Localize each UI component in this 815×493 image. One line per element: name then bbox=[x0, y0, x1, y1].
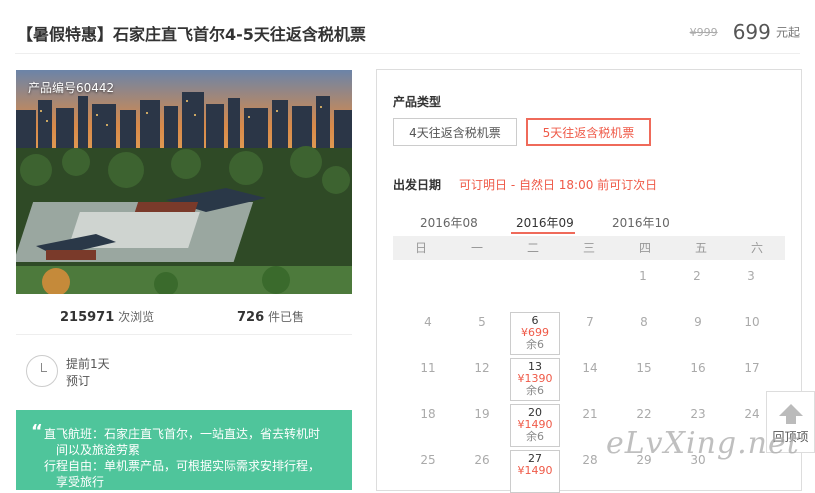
sold-count: 726 bbox=[237, 310, 265, 325]
calendar-day-available[interactable]: 13 ¥1390 余6 bbox=[510, 358, 560, 401]
seats-left: 余6 bbox=[526, 384, 544, 397]
weekday-label: 日 bbox=[414, 241, 427, 255]
stats-bar: 215971 次浏览 726 件已售 bbox=[16, 300, 352, 330]
calendar-day: 26 bbox=[474, 453, 490, 467]
calendar-day: 5 bbox=[478, 315, 486, 329]
calendar-day-available[interactable]: 6 ¥699 余6 bbox=[510, 312, 560, 355]
calendar-day: 9 bbox=[694, 315, 702, 329]
calendar-day: 22 bbox=[636, 407, 652, 421]
clock-icon bbox=[26, 355, 58, 387]
stats-divider bbox=[16, 334, 352, 335]
type-option-5day[interactable]: 5天往返含税机票 bbox=[526, 118, 651, 146]
views-count: 215971 bbox=[60, 310, 115, 325]
highlight-line: 间以及旅途劳累 bbox=[56, 443, 141, 457]
day-price: ¥1490 bbox=[517, 464, 553, 477]
quote-icon: “ bbox=[31, 421, 43, 442]
calendar-day: 15 bbox=[636, 361, 652, 375]
sold-label: 件已售 bbox=[267, 310, 304, 324]
original-price: ¥999 bbox=[689, 25, 718, 39]
views-label: 次浏览 bbox=[118, 310, 155, 324]
weekday-label: 五 bbox=[694, 241, 707, 255]
calendar-day: 25 bbox=[420, 453, 436, 467]
calendar-day: 16 bbox=[690, 361, 706, 375]
site-watermark: eLvXing.net bbox=[606, 426, 800, 461]
seoul-palace-image bbox=[16, 70, 352, 294]
title-divider bbox=[15, 53, 800, 54]
type-option-4day[interactable]: 4天往返含税机票 bbox=[393, 118, 517, 146]
product-photo[interactable]: 产品编号60442 bbox=[16, 70, 352, 294]
weekday-label: 二 bbox=[526, 241, 539, 255]
advance-days: 提前1天 bbox=[66, 357, 110, 371]
calendar-day: 8 bbox=[640, 315, 648, 329]
calendar-day: 18 bbox=[420, 407, 436, 421]
departure-date-label: 出发日期 bbox=[393, 178, 442, 192]
highlights-box: “ 直飞航班：石家庄直飞首尔，一站直达，省去转机时 间以及旅途劳累 行程自由：单… bbox=[16, 410, 352, 490]
highlight-line: 享受旅行 bbox=[56, 475, 105, 489]
calendar-day: 2 bbox=[693, 269, 701, 283]
seats-left: 余6 bbox=[526, 430, 544, 443]
calendar-day: 3 bbox=[747, 269, 755, 283]
booking-cutoff-note: 可订明日 - 自然日 18:00 前可订次日 bbox=[459, 178, 658, 192]
calendar-day: 10 bbox=[744, 315, 760, 329]
arrow-up-icon bbox=[778, 404, 803, 416]
advance-note: 预订 bbox=[66, 374, 91, 388]
seats-left: 余6 bbox=[526, 338, 544, 351]
arrow-up-icon-stem bbox=[785, 416, 796, 424]
views-stat: 215971 次浏览 bbox=[60, 308, 154, 325]
advance-booking: 提前1天 预订 bbox=[66, 356, 110, 390]
product-type-label: 产品类型 bbox=[393, 95, 442, 109]
weekday-label: 三 bbox=[582, 241, 595, 255]
month-tab-sep[interactable]: 2016年09 bbox=[516, 214, 574, 231]
calendar-day-available[interactable]: 20 ¥1490 余6 bbox=[510, 404, 560, 447]
product-code: 产品编号60442 bbox=[28, 81, 115, 95]
calendar-day: 12 bbox=[474, 361, 490, 375]
calendar-day: 7 bbox=[586, 315, 594, 329]
calendar-day: 11 bbox=[420, 361, 436, 375]
highlight-line: 行程自由：单机票产品，可根据实际需求安排行程， bbox=[44, 459, 321, 473]
price-unit: 元起 bbox=[775, 25, 800, 40]
sold-stat: 726 件已售 bbox=[237, 308, 304, 325]
month-tab-oct[interactable]: 2016年10 bbox=[612, 214, 670, 231]
month-tab-indicator bbox=[511, 232, 575, 234]
price-block: ¥999 699 元起 bbox=[690, 20, 800, 44]
weekday-label: 一 bbox=[470, 241, 483, 255]
highlight-line: 直飞航班：石家庄直飞首尔，一站直达，省去转机时 bbox=[44, 427, 321, 441]
month-tab-aug[interactable]: 2016年08 bbox=[420, 214, 478, 231]
calendar-day: 17 bbox=[744, 361, 760, 375]
calendar-day: 14 bbox=[582, 361, 598, 375]
calendar-day: 4 bbox=[424, 315, 432, 329]
weekday-header: 日 一 二 三 四 五 六 bbox=[393, 236, 785, 260]
weekday-label: 六 bbox=[750, 241, 763, 255]
calendar-day: 21 bbox=[582, 407, 598, 421]
calendar-day-available[interactable]: 27 ¥1490 bbox=[510, 450, 560, 493]
calendar-day: 1 bbox=[639, 269, 647, 283]
calendar-day: 23 bbox=[690, 407, 706, 421]
current-price: 699 bbox=[732, 20, 771, 44]
page-title: 【暑假特惠】石家庄直飞首尔4-5天往返含税机票 bbox=[17, 25, 366, 44]
weekday-label: 四 bbox=[638, 241, 651, 255]
calendar-day: 19 bbox=[474, 407, 490, 421]
